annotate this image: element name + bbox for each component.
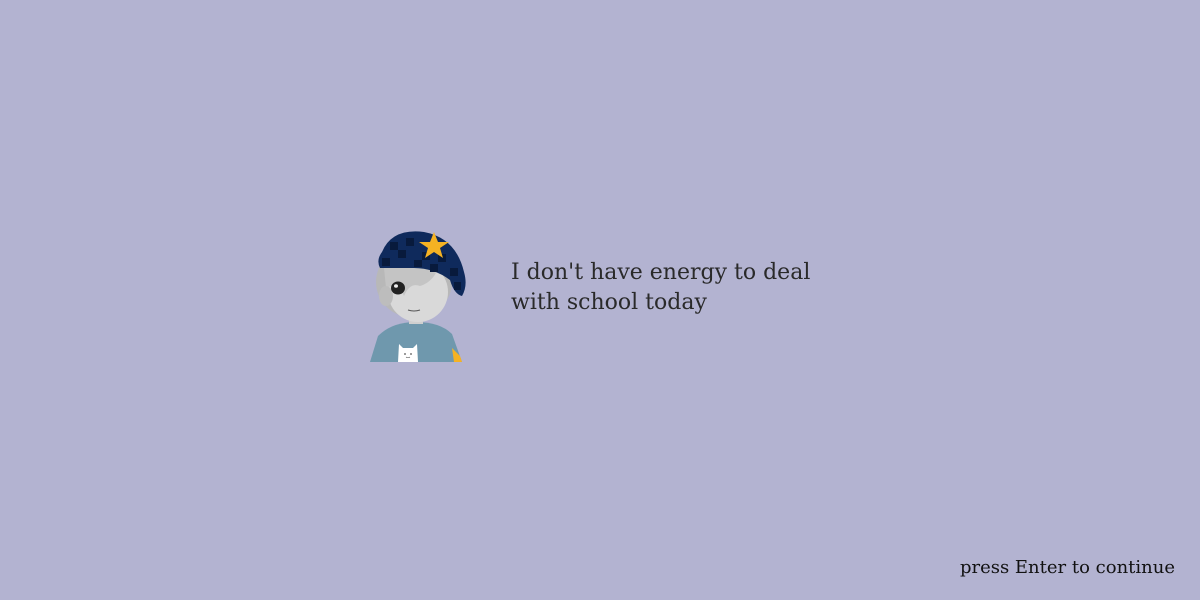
- continue-prompt: press Enter to continue: [959, 557, 1175, 578]
- ear: [379, 286, 393, 306]
- dialogue-text: I don't have energy to deal with school …: [511, 260, 811, 315]
- cutscene-screen[interactable]: I don't have energy to deal with school …: [0, 0, 1200, 600]
- character-portrait: [370, 231, 466, 362]
- eye-icon: [391, 281, 405, 295]
